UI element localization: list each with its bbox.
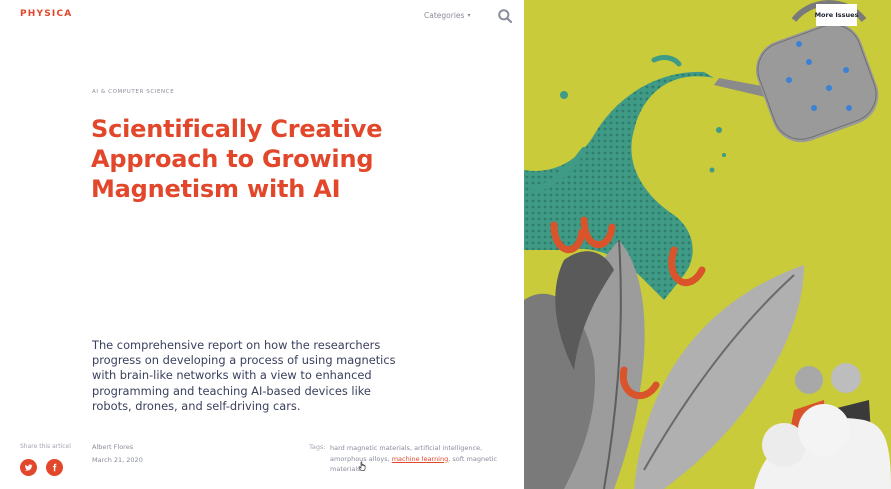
search-icon[interactable] [497, 8, 513, 24]
tags-label: Tags: [309, 443, 326, 451]
tag-link[interactable]: artificial intelligence [414, 444, 480, 452]
hand-cursor-icon [358, 457, 368, 471]
illustration-panel: More Issues [524, 0, 891, 489]
chevron-down-icon: ▾ [467, 12, 471, 19]
article-category: AI & COMPUTER SCIENCE [92, 89, 175, 95]
facebook-share-button[interactable] [46, 459, 63, 476]
title-line: Approach to Growing [91, 145, 374, 173]
tag-link[interactable]: hard magnetic materials [330, 444, 410, 452]
twitter-icon [24, 464, 33, 471]
tag-link-active[interactable]: machine learning [392, 455, 449, 463]
publish-date: March 21, 2020 [92, 456, 143, 464]
title-line: Scientifically Creative [91, 115, 383, 143]
site-logo[interactable]: PHYSICA [20, 9, 72, 19]
collage-illustration [524, 0, 891, 489]
article-panel: PHYSICA Categories ▾ AI & COMPUTER SCIEN… [0, 0, 524, 489]
author-name: Albert Flores [92, 443, 134, 451]
article-title: Scientifically Creative Approach to Grow… [91, 114, 431, 204]
article-summary: The comprehensive report on how the rese… [92, 338, 396, 413]
categories-label: Categories [424, 11, 465, 20]
share-label: Share this articel [20, 443, 71, 450]
title-line: Magnetism with AI [91, 175, 341, 203]
twitter-share-button[interactable] [20, 459, 37, 476]
facebook-icon [53, 463, 57, 472]
more-issues-button[interactable]: More Issues [815, 4, 858, 26]
tag-separator: , [480, 444, 483, 452]
categories-menu[interactable]: Categories ▾ [424, 11, 470, 20]
